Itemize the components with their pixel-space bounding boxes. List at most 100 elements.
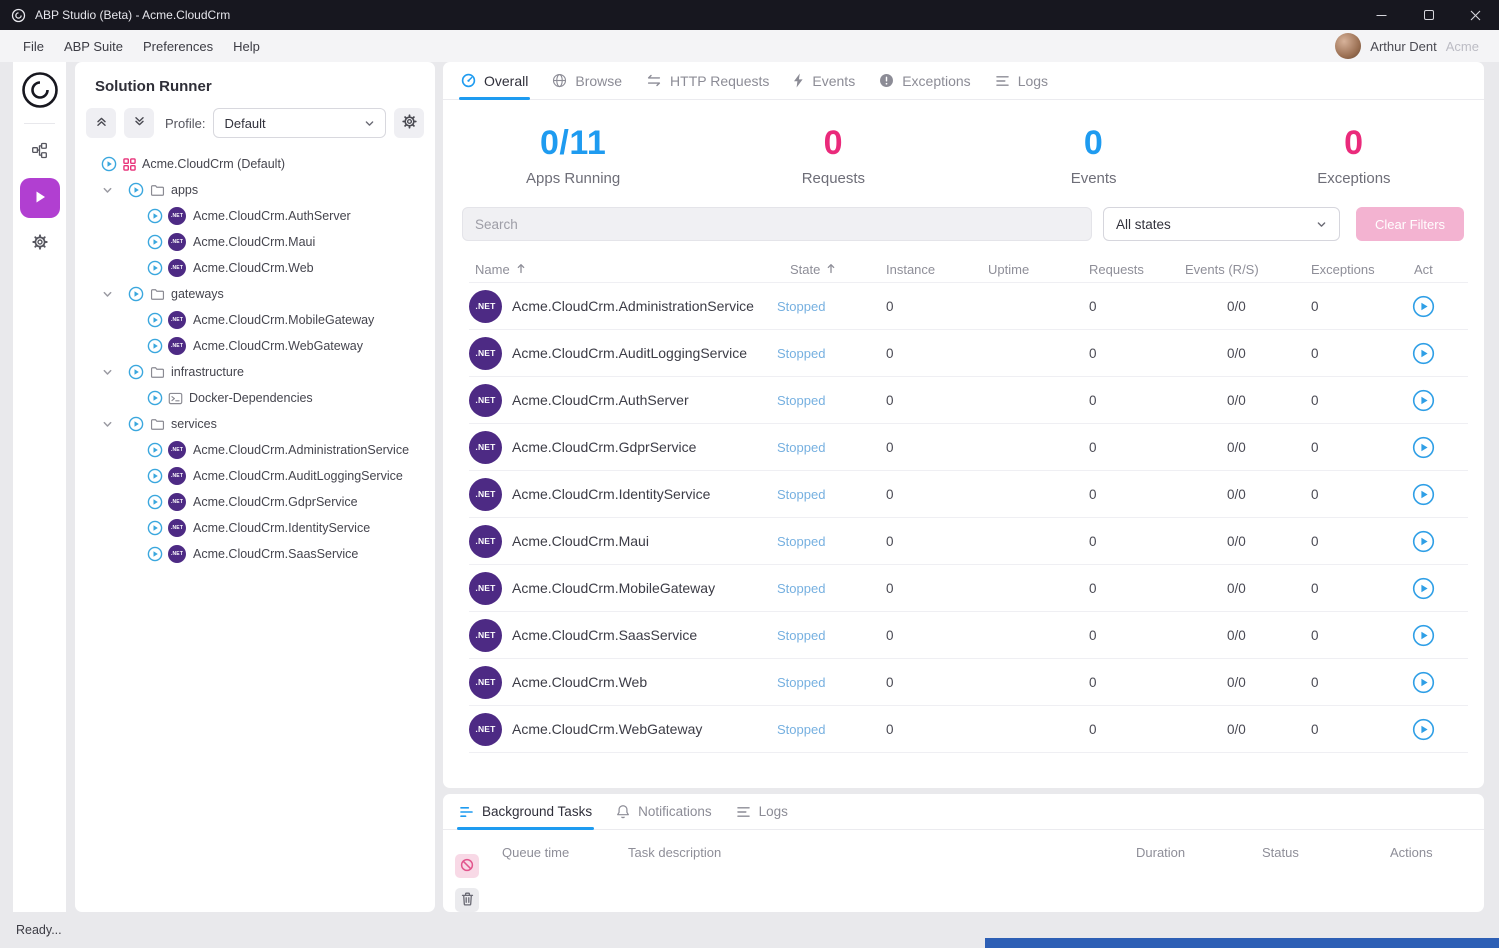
app-events: 0/0: [1185, 534, 1311, 549]
tab-overall[interactable]: Overall: [461, 62, 528, 99]
app-requests: 0: [1089, 675, 1185, 690]
app-state: Stopped: [777, 299, 886, 314]
tree-item-acme-cloudcrm-web[interactable]: .NETAcme.CloudCrm.Web: [75, 255, 435, 281]
tab-exceptions[interactable]: Exceptions: [879, 62, 970, 99]
start-app-button[interactable]: [1412, 671, 1435, 694]
dotnet-badge: .NET: [469, 478, 502, 511]
column-name[interactable]: Name: [469, 262, 777, 277]
play-circle-icon: [147, 468, 163, 484]
tree-item-acme-cloudcrm-identityservice[interactable]: .NETAcme.CloudCrm.IdentityService: [75, 515, 435, 541]
user-avatar[interactable]: [1335, 33, 1361, 59]
app-row-acme-cloudcrm-mobilegateway[interactable]: .NETAcme.CloudCrm.MobileGatewayStopped00…: [469, 565, 1468, 612]
app-row-acme-cloudcrm-webgateway[interactable]: .NETAcme.CloudCrm.WebGatewayStopped000/0…: [469, 706, 1468, 753]
tree-item-acme-cloudcrm-authserver[interactable]: .NETAcme.CloudCrm.AuthServer: [75, 203, 435, 229]
solution-runner-button[interactable]: [20, 178, 60, 218]
state-filter-select[interactable]: All states: [1103, 207, 1340, 241]
app-exceptions: 0: [1311, 393, 1408, 408]
start-app-button[interactable]: [1412, 342, 1435, 365]
start-app-button[interactable]: [1412, 436, 1435, 459]
stat-label: Exceptions: [1224, 170, 1484, 187]
tree-item-gateways[interactable]: gateways: [75, 281, 435, 307]
start-app-button[interactable]: [1412, 577, 1435, 600]
start-app-button[interactable]: [1412, 295, 1435, 318]
bolt-icon: [793, 73, 804, 88]
play-circle-icon: [147, 338, 163, 354]
maximize-button[interactable]: [1405, 0, 1452, 30]
start-app-button[interactable]: [1412, 389, 1435, 412]
menu-items: FileABP SuitePreferencesHelp: [13, 39, 270, 54]
tree-item-acme-cloudcrm-mobilegateway[interactable]: .NETAcme.CloudCrm.MobileGateway: [75, 307, 435, 333]
user-box[interactable]: Arthur Dent Acme: [1335, 33, 1479, 59]
solution-explorer-button[interactable]: [31, 142, 48, 162]
panel-title: Solution Runner: [95, 78, 435, 95]
app-row-acme-cloudcrm-maui[interactable]: .NETAcme.CloudCrm.MauiStopped000/00: [469, 518, 1468, 565]
menu-item-abp-suite[interactable]: ABP Suite: [54, 39, 133, 54]
left-rail: [13, 62, 66, 912]
expand-all-button[interactable]: [124, 108, 154, 138]
stat-apps-running: 0/11Apps Running: [443, 124, 703, 187]
app-requests: 0: [1089, 487, 1185, 502]
tree-item-apps[interactable]: apps: [75, 177, 435, 203]
search-input[interactable]: [462, 207, 1092, 241]
app-row-acme-cloudcrm-authserver[interactable]: .NETAcme.CloudCrm.AuthServerStopped000/0…: [469, 377, 1468, 424]
app-row-acme-cloudcrm-auditloggingservice[interactable]: .NETAcme.CloudCrm.AuditLoggingServiceSto…: [469, 330, 1468, 377]
app-row-acme-cloudcrm-saasservice[interactable]: .NETAcme.CloudCrm.SaasServiceStopped000/…: [469, 612, 1468, 659]
close-button[interactable]: [1452, 0, 1499, 30]
app-row-acme-cloudcrm-gdprservice[interactable]: .NETAcme.CloudCrm.GdprServiceStopped000/…: [469, 424, 1468, 471]
app-row-acme-cloudcrm-identityservice[interactable]: .NETAcme.CloudCrm.IdentityServiceStopped…: [469, 471, 1468, 518]
clear-tasks-button[interactable]: [455, 888, 479, 912]
menu-item-preferences[interactable]: Preferences: [133, 39, 223, 54]
start-app-button[interactable]: [1412, 718, 1435, 741]
tree-item-acme-cloudcrm-maui[interactable]: .NETAcme.CloudCrm.Maui: [75, 229, 435, 255]
menu-item-help[interactable]: Help: [223, 39, 270, 54]
folder-icon: [150, 288, 165, 301]
tab-browse[interactable]: Browse: [552, 62, 622, 99]
bg-table-header: Queue timeTask descriptionDurationStatus…: [502, 845, 1468, 860]
tree-item-infrastructure[interactable]: infrastructure: [75, 359, 435, 385]
tab-label: Logs: [759, 804, 788, 819]
tab-http-requests[interactable]: HTTP Requests: [646, 62, 769, 99]
tree-item-acme-cloudcrm-auditloggingservice[interactable]: .NETAcme.CloudCrm.AuditLoggingService: [75, 463, 435, 489]
tab-events[interactable]: Events: [793, 62, 855, 99]
tab-notifications[interactable]: Notifications: [616, 794, 712, 829]
tab-logs[interactable]: Logs: [736, 794, 788, 829]
column-act: Act: [1408, 262, 1468, 277]
column-state[interactable]: State: [777, 262, 886, 277]
block-icon: [460, 858, 474, 875]
profile-select[interactable]: Default: [213, 108, 386, 138]
tree-item-acme-cloudcrm-gdprservice[interactable]: .NETAcme.CloudCrm.GdprService: [75, 489, 435, 515]
settings-button[interactable]: [32, 234, 48, 253]
start-app-button[interactable]: [1412, 530, 1435, 553]
app-row-acme-cloudcrm-administrationservice[interactable]: .NETAcme.CloudCrm.AdministrationServiceS…: [469, 283, 1468, 330]
tree-item-docker-dependencies[interactable]: Docker-Dependencies: [75, 385, 435, 411]
menu-item-file[interactable]: File: [13, 39, 54, 54]
user-name: Arthur Dent: [1370, 39, 1436, 54]
app-row-acme-cloudcrm-web[interactable]: .NETAcme.CloudCrm.WebStopped000/00: [469, 659, 1468, 706]
tree-item-services[interactable]: services: [75, 411, 435, 437]
tree-item-acme-cloudcrm-webgateway[interactable]: .NETAcme.CloudCrm.WebGateway: [75, 333, 435, 359]
app-events: 0/0: [1185, 722, 1311, 737]
cancel-tasks-button[interactable]: [455, 854, 479, 878]
start-app-button[interactable]: [1412, 624, 1435, 647]
profile-settings-button[interactable]: [394, 108, 424, 138]
dotnet-icon: .NET: [469, 384, 512, 417]
tree-item-acme-cloudcrm-administrationservice[interactable]: .NETAcme.CloudCrm.AdministrationService: [75, 437, 435, 463]
app-name: Acme.CloudCrm.GdprService: [512, 439, 777, 455]
tree-item-acme-cloudcrm-saasservice[interactable]: .NETAcme.CloudCrm.SaasService: [75, 541, 435, 567]
tab-logs[interactable]: Logs: [995, 62, 1048, 99]
chevron-down-icon: [1316, 219, 1327, 230]
dotnet-icon: .NET: [469, 431, 512, 464]
clear-filters-button[interactable]: Clear Filters: [1356, 207, 1464, 241]
column-duration: Duration: [1136, 845, 1262, 860]
app-instance: 0: [886, 487, 988, 502]
app-name: Acme.CloudCrm.Maui: [512, 533, 777, 549]
list-icon: [736, 806, 751, 818]
dotnet-badge: .NET: [469, 666, 502, 699]
tree-item-acme-cloudcrm-default[interactable]: Acme.CloudCrm (Default): [75, 151, 435, 177]
dotnet-icon: .NET: [168, 259, 186, 277]
stat-value: 0: [964, 124, 1224, 163]
start-app-button[interactable]: [1412, 483, 1435, 506]
minimize-button[interactable]: [1358, 0, 1405, 30]
tab-background-tasks[interactable]: Background Tasks: [459, 794, 592, 829]
collapse-all-button[interactable]: [86, 108, 116, 138]
